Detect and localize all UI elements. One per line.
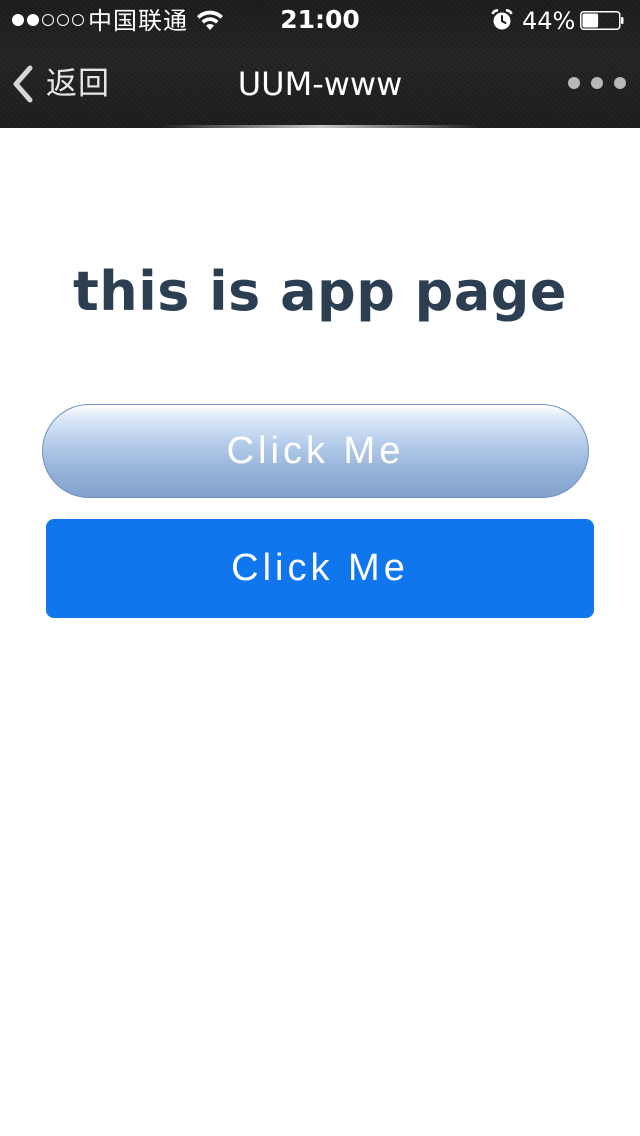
back-button[interactable]: 返回 (6, 60, 110, 108)
app-screen: 中国联通 21:00 44% 返回 UUM-www this is app pa… (0, 0, 640, 1136)
more-dot (614, 77, 626, 89)
back-button-label: 返回 (46, 66, 110, 102)
alarm-clock-icon (491, 9, 513, 30)
battery-percentage: 44% (522, 7, 576, 35)
solid-click-button-label: Click Me (231, 547, 409, 589)
more-dots-icon[interactable] (568, 68, 626, 98)
page-title: UUM-www (237, 65, 403, 103)
gradient-click-button[interactable]: Click Me (42, 404, 589, 498)
status-bar: 中国联通 21:00 44% (0, 0, 640, 40)
battery-icon (580, 11, 624, 30)
solid-click-button[interactable]: Click Me (46, 519, 594, 618)
page-heading: this is app page (72, 260, 568, 323)
navigation-bar: 返回 UUM-www (0, 40, 640, 128)
gradient-click-button-label: Click Me (226, 429, 405, 472)
more-dot (568, 77, 580, 89)
more-dot (591, 77, 603, 89)
chevron-left-icon (13, 65, 33, 103)
